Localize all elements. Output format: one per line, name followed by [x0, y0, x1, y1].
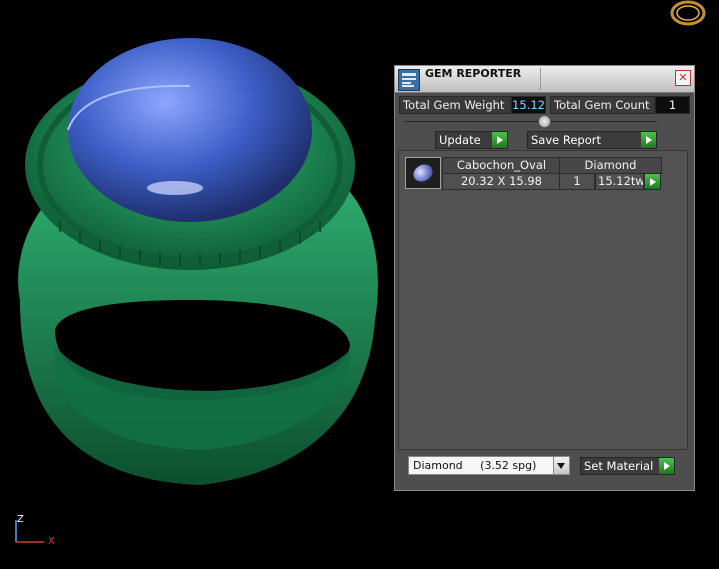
axis-z-label: Z: [17, 514, 24, 525]
gem-material-cell[interactable]: Diamond: [559, 157, 662, 174]
update-button-label: Update: [439, 133, 481, 147]
total-gem-weight-value: 15.12: [511, 96, 546, 114]
save-report-button-label: Save Report: [531, 133, 602, 147]
play-arrow-icon: [659, 458, 674, 474]
save-report-button[interactable]: Save Report: [527, 131, 657, 149]
total-gem-weight-label: Total Gem Weight: [399, 96, 511, 114]
set-material-button[interactable]: Set Material: [580, 457, 675, 475]
total-gem-count-label: Total Gem Count: [550, 96, 655, 114]
close-icon[interactable]: ✕: [675, 70, 691, 86]
axis-x-label: X: [48, 536, 55, 547]
chevron-down-icon[interactable]: [553, 457, 569, 474]
material-select[interactable]: Diamond (3.52 spg): [408, 456, 570, 475]
gem-count-cell[interactable]: 1: [559, 173, 595, 190]
ring-logo-icon: [668, 0, 708, 30]
material-select-value: Diamond (3.52 spg): [413, 459, 537, 472]
update-button[interactable]: Update: [435, 131, 508, 149]
gem-weight-cell[interactable]: 15.12tw: [595, 173, 646, 190]
panel-titlebar[interactable]: GEM REPORTER ✕: [395, 66, 694, 93]
play-arrow-icon: [492, 132, 507, 148]
summary-row: Total Gem Weight 15.12 Total Gem Count 1: [399, 96, 690, 114]
gem-row-action-button[interactable]: [643, 173, 661, 190]
material-bar: Diamond (3.52 spg) Set Material: [398, 450, 686, 486]
gem-list: Cabochon_Oval Diamond 20.32 X 15.98 1 15…: [398, 150, 688, 450]
gem-reporter-app-icon: [398, 69, 420, 91]
set-material-button-label: Set Material: [584, 459, 654, 473]
splitter-handle[interactable]: [538, 115, 551, 128]
play-arrow-icon: [645, 174, 660, 189]
play-arrow-icon: [641, 132, 656, 148]
gem-size-cell[interactable]: 20.32 X 15.98: [442, 173, 561, 190]
gem-reporter-panel: GEM REPORTER ✕ Total Gem Weight 15.12 To…: [394, 65, 695, 491]
axis-gizmo: Z X: [10, 510, 70, 550]
panel-title: GEM REPORTER: [425, 67, 522, 80]
total-gem-count-value: 1: [655, 96, 690, 114]
cabochon-oval-gem-icon[interactable]: [405, 157, 441, 189]
gem-cut-cell[interactable]: Cabochon_Oval: [442, 157, 561, 174]
ring-model-render: [18, 38, 378, 485]
panel-splitter: [405, 121, 657, 122]
title-divider: [540, 68, 541, 90]
gem-preview-shape: [410, 161, 436, 185]
